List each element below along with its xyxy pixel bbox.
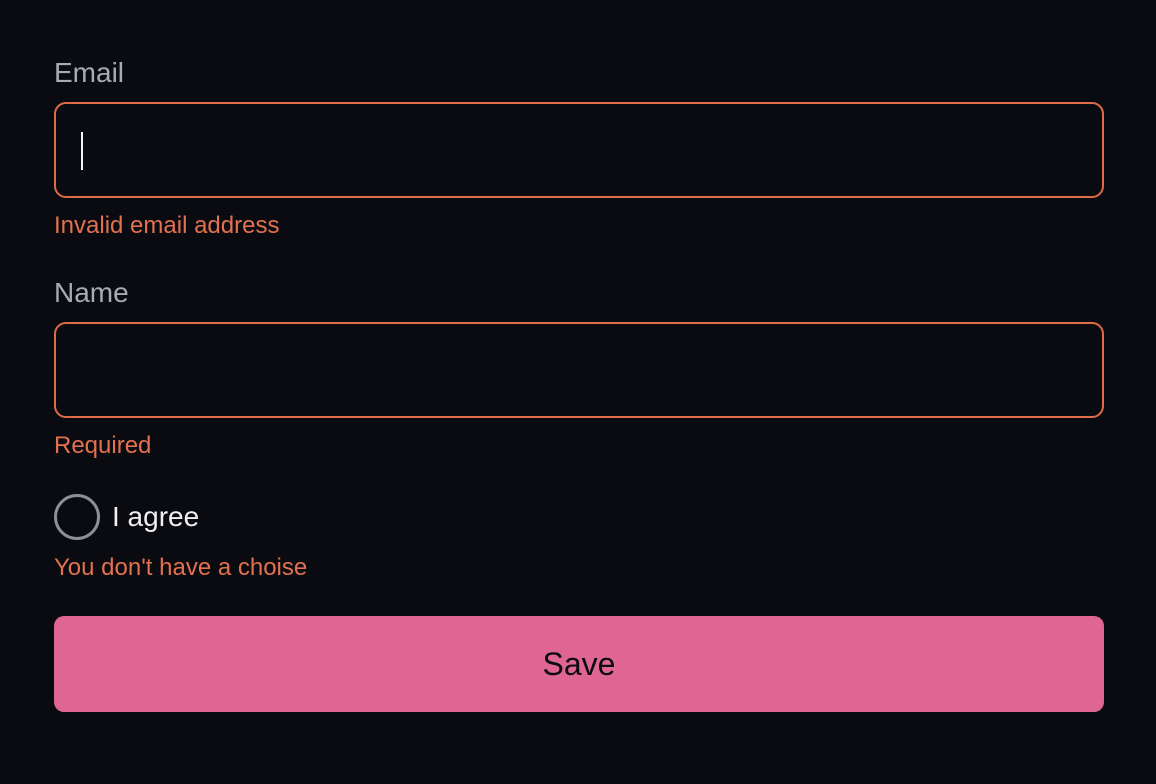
email-error-message: Invalid email address <box>54 212 280 239</box>
email-field[interactable] <box>54 102 1104 198</box>
name-error-message: Required <box>54 432 152 459</box>
agree-error-message: You don't have a choise <box>54 554 308 581</box>
name-field[interactable] <box>54 322 1104 418</box>
save-button[interactable]: Save <box>54 616 1104 712</box>
agree-checkbox[interactable] <box>54 494 100 540</box>
signup-form: Email Invalid email address Name Require… <box>0 0 1156 784</box>
text-caret <box>81 132 83 170</box>
agree-checkbox-row[interactable]: I agree <box>54 494 199 540</box>
email-label: Email <box>54 57 125 88</box>
name-label: Name <box>54 277 129 308</box>
agree-label: I agree <box>112 501 200 532</box>
